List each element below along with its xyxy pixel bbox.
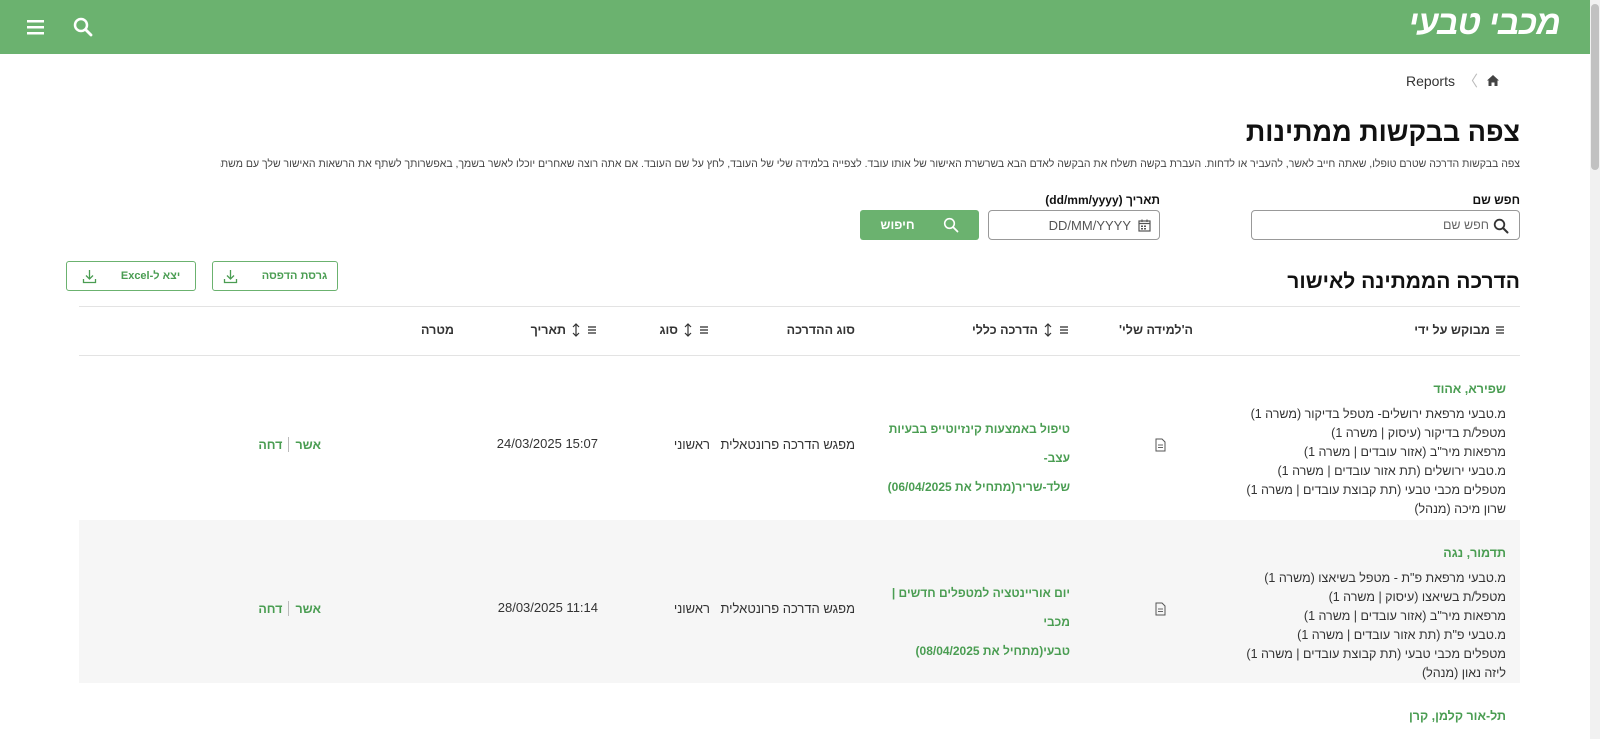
breadcrumb-separator: 〈	[1462, 73, 1478, 90]
training-type-cell: מפגש הדרכה פרונטאלית	[720, 601, 855, 616]
breadcrumb-current[interactable]: Reports	[1406, 73, 1455, 89]
column-header-type[interactable]: סוג	[660, 323, 711, 337]
column-header-my-learning: ה'למידה שלי'	[1119, 323, 1193, 337]
requester-detail: מרפאות מיר"ב (אזור עובדים | משרה 1)	[1303, 609, 1506, 623]
approve-button[interactable]: אשר	[295, 438, 321, 452]
requester-detail: מ.טבעי מרפאת ירושלים- מטפל בדיקור (משרה …	[1250, 407, 1506, 421]
action-divider	[288, 601, 290, 616]
column-header-date[interactable]: תאריך	[531, 323, 598, 337]
name-search-label: חפש שם	[1472, 193, 1520, 207]
type-cell: ראשוני	[673, 601, 710, 616]
column-label: ה'למידה שלי'	[1119, 323, 1193, 337]
download-icon	[82, 269, 97, 283]
row-actions: אשר דחה	[258, 601, 321, 616]
column-header-requester[interactable]: מבוקש על ידי	[1414, 323, 1506, 337]
table-row: תדמור, נגה מ.טבעי מרפאת פ"ת - מטפל בשיאצ…	[79, 520, 1520, 683]
course-title: יום אוריינטציה למטפלים חדשים | מכבי	[891, 586, 1070, 629]
course-title: טיפול באמצעות קינזיוטייפ בבעיות עצב-	[888, 422, 1070, 465]
pending-requests-table: מבוקש על ידי ה'למידה שלי' הדרכה כללי סוג…	[79, 306, 1520, 739]
export-excel-label: יצא ל-Excel	[120, 270, 181, 282]
scrollbar-thumb[interactable]	[1591, 4, 1599, 170]
action-divider	[288, 437, 290, 452]
breadcrumb: Reports 〈	[1406, 70, 1500, 91]
brand-logo[interactable]: מכבי טבעי	[1408, 4, 1561, 43]
calendar-icon[interactable]	[1138, 219, 1151, 232]
requester-detail: מטפלים מכבי טבעי (תת קבוצת עובדים | משרה…	[1246, 483, 1506, 497]
sort-icon	[588, 326, 596, 334]
column-label: סוג	[659, 323, 679, 337]
training-type-cell: מפגש הדרכה פרונטאלית	[720, 437, 855, 452]
requester-detail: מ.טבעי ירושלים (תת אזור עובדים | משרה 1)	[1277, 464, 1506, 478]
type-cell: ראשוני	[673, 437, 710, 452]
sort-icon	[700, 326, 708, 334]
date-label: תאריך (dd/mm/yyyy)	[1045, 193, 1160, 207]
top-header: מכבי טבעי	[0, 0, 1590, 54]
sort-arrows-icon	[572, 323, 580, 337]
print-version-button[interactable]: גרסת הדפסה	[212, 261, 338, 291]
sort-icon	[1496, 326, 1504, 334]
page-title: צפה בבקשות ממתינות	[1245, 117, 1520, 147]
requester-name-link[interactable]: תל-אור קלמן, קרן	[1409, 709, 1506, 723]
sort-icon	[1060, 326, 1068, 334]
hamburger-icon[interactable]	[24, 15, 50, 39]
page-scrollbar[interactable]	[1590, 0, 1600, 739]
search-icon	[1493, 218, 1509, 234]
document-icon[interactable]	[1155, 602, 1166, 616]
download-icon	[223, 269, 237, 283]
print-version-label: גרסת הדפסה	[261, 270, 328, 282]
column-label: מבוקש על ידי	[1414, 323, 1490, 337]
requester-name-link[interactable]: תדמור, נגה	[1246, 546, 1506, 560]
column-label: סוג ההדרכה	[786, 323, 855, 337]
document-icon[interactable]	[1155, 438, 1166, 452]
date-cell: 24/03/2025 15:07	[496, 436, 598, 451]
course-start: שלד-שריר(מתחיל את 06/04/2025)	[887, 480, 1070, 494]
sort-arrows-icon	[1044, 323, 1052, 337]
name-search-placeholder: חפש שם	[1442, 218, 1489, 232]
table-row: שפירא, אהוד מ.טבעי מרפאת ירושלים- מטפל ב…	[79, 356, 1520, 520]
requester-cell: שפירא, אהוד מ.טבעי מרפאת ירושלים- מטפל ב…	[1246, 382, 1506, 519]
search-icon[interactable]	[71, 15, 95, 39]
table-row: תל-אור קלמן, קרן	[79, 683, 1520, 739]
name-search-input[interactable]: חפש שם	[1251, 210, 1520, 240]
course-link[interactable]: טיפול באמצעות קינזיוטייפ בבעיות עצב- שלד…	[880, 415, 1070, 502]
search-icon	[943, 217, 959, 233]
requester-detail: מ.טבעי מרפאת פ"ת - מטפל בשיאצו (משרה 1)	[1264, 571, 1506, 585]
table-header: מבוקש על ידי ה'למידה שלי' הדרכה כללי סוג…	[79, 306, 1520, 356]
column-header-goal: מטרה	[421, 323, 454, 337]
section-title: הדרכה הממתינה לאישור	[1287, 270, 1520, 293]
requester-detail: מטפל/ת בשיאצו (עיסוק | משרה 1)	[1328, 590, 1506, 604]
requester-detail: מרפאות מיר"ב (אזור עובדים | משרה 1)	[1303, 445, 1506, 459]
requester-detail: מטפל/ת בדיקור (עיסוק | משרה 1)	[1331, 426, 1506, 440]
course-link[interactable]: יום אוריינטציה למטפלים חדשים | מכבי טבעי…	[880, 579, 1070, 666]
course-start: טבעי(מתחיל את 08/04/2025)	[915, 644, 1070, 658]
requester-detail: ליזה נאון (מנהל)	[1421, 666, 1506, 680]
column-header-training-type: סוג ההדרכה	[787, 323, 855, 337]
date-input[interactable]: DD/MM/YYYY	[988, 210, 1160, 240]
requester-cell: תל-אור קלמן, קרן	[1409, 709, 1506, 732]
requester-name-link[interactable]: שפירא, אהוד	[1246, 382, 1506, 396]
search-button[interactable]: חיפוש	[860, 210, 979, 240]
column-header-general-training[interactable]: הדרכה כללי	[972, 323, 1070, 337]
export-excel-button[interactable]: יצא ל-Excel	[66, 261, 196, 291]
reject-button[interactable]: דחה	[258, 438, 282, 452]
reject-button[interactable]: דחה	[258, 602, 282, 616]
search-button-label: חיפוש	[880, 218, 915, 232]
date-cell: 28/03/2025 11:14	[497, 600, 598, 615]
column-label: מטרה	[421, 323, 454, 337]
page-description: צפה בבקשות הדרכה שטרם טופלו, שאתה חייב ל…	[220, 158, 1520, 170]
requester-detail: שרון מיכה (מנהל)	[1414, 502, 1506, 516]
requester-detail: מטפלים מכבי טבעי (תת קבוצת עובדים | משרה…	[1246, 647, 1506, 661]
requester-cell: תדמור, נגה מ.טבעי מרפאת פ"ת - מטפל בשיאצ…	[1246, 546, 1506, 683]
column-label: הדרכה כללי	[972, 323, 1038, 337]
approve-button[interactable]: אשר	[295, 602, 321, 616]
home-icon[interactable]	[1486, 74, 1500, 87]
sort-arrows-icon	[684, 323, 692, 337]
requester-detail: מ.טבעי פ"ת (תת אזור עובדים | משרה 1)	[1297, 628, 1506, 642]
row-actions: אשר דחה	[258, 437, 321, 452]
column-label: תאריך	[530, 323, 566, 337]
date-placeholder: DD/MM/YYYY	[1048, 217, 1131, 233]
